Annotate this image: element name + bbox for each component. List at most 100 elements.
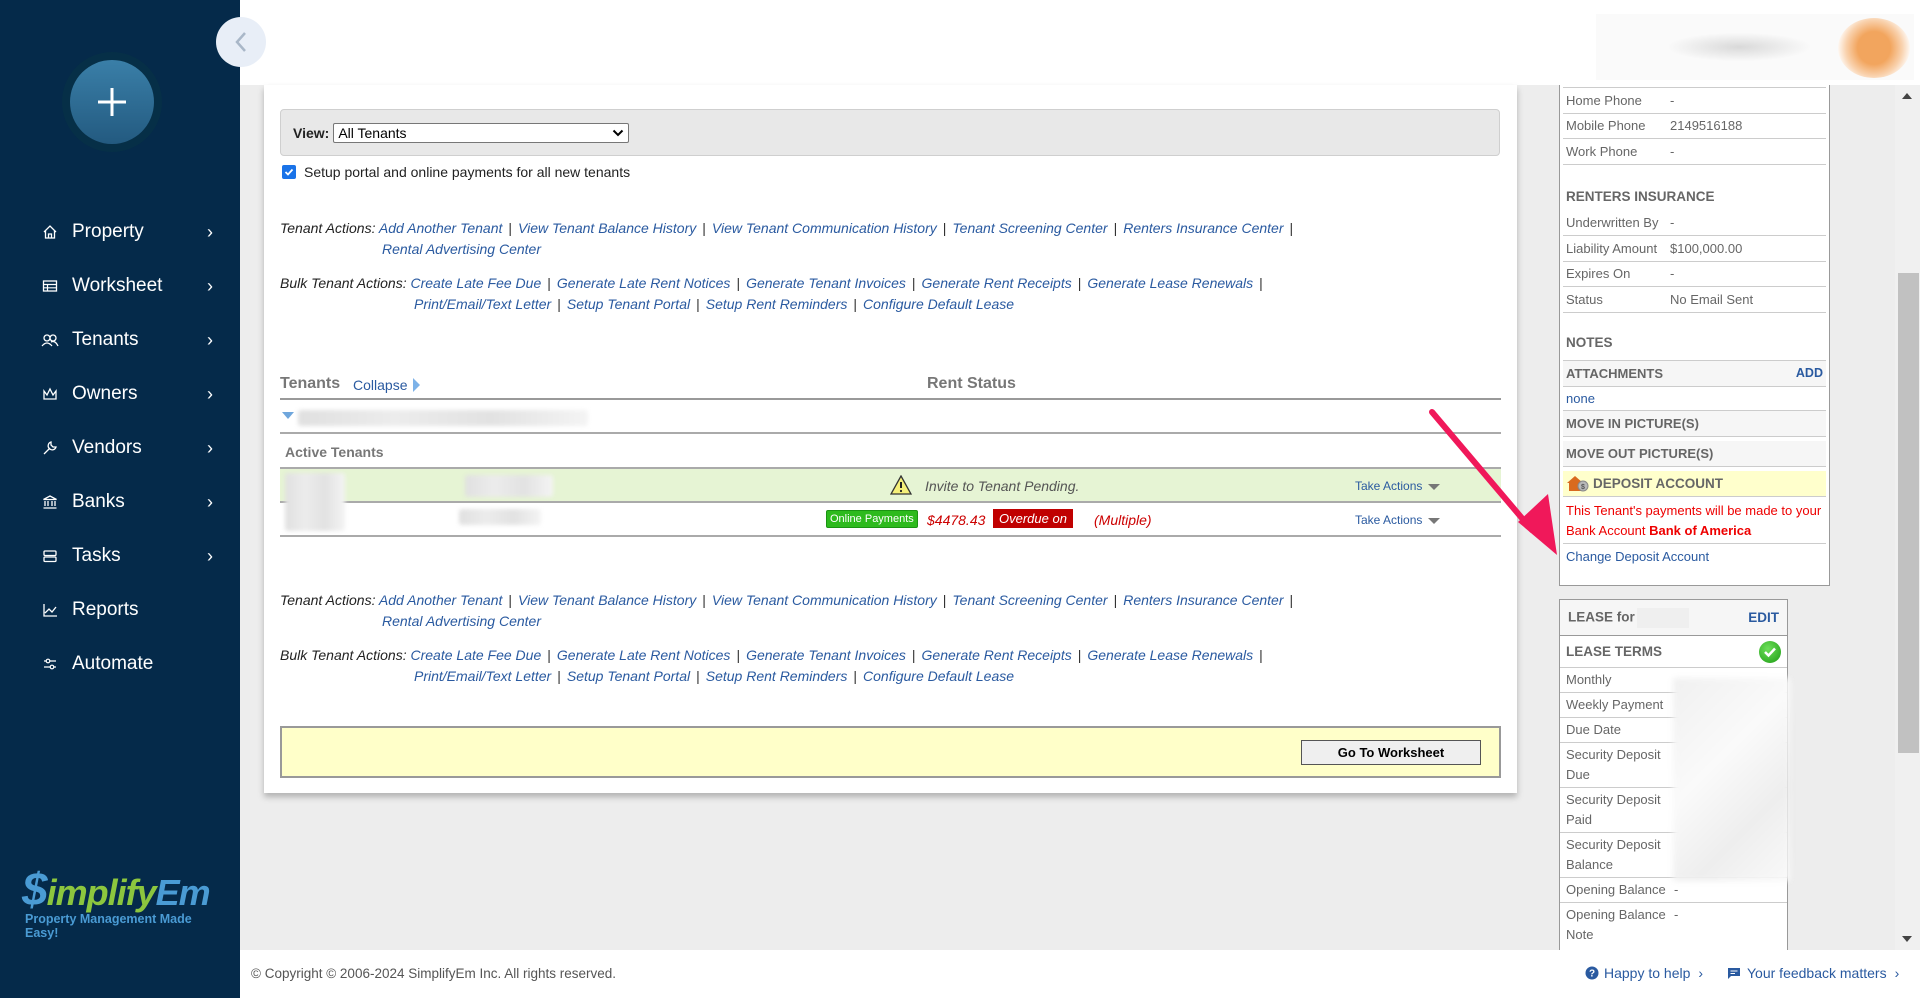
scroll-down-arrow-icon[interactable] xyxy=(1902,936,1912,942)
add-attachment-link[interactable]: ADD xyxy=(1796,366,1823,380)
generate-rent-receipts-link[interactable]: Generate Rent Receipts xyxy=(922,275,1072,291)
property-group-row xyxy=(280,402,1501,434)
sidebar-item-banks[interactable]: Banks › xyxy=(40,475,220,529)
tenants-column-header: Tenants xyxy=(280,375,341,392)
view-filter-bar: View: All Tenants xyxy=(280,109,1500,156)
feedback-link[interactable]: Your feedback matters › xyxy=(1727,965,1899,981)
setup-portal-checkbox[interactable] xyxy=(282,165,296,179)
chat-icon xyxy=(1728,967,1740,979)
home-phone-row: Home Phone - xyxy=(1563,88,1826,114)
lease-title: LEASE for xyxy=(1568,609,1635,625)
renters-insurance-center-link[interactable]: Renters Insurance Center xyxy=(1123,220,1283,236)
home-icon xyxy=(40,222,60,242)
print-email-text-letter-link[interactable]: Print/Email/Text Letter xyxy=(414,668,551,684)
add-another-tenant-link[interactable]: Add Another Tenant xyxy=(379,592,503,608)
generate-lease-renewals-link[interactable]: Generate Lease Renewals xyxy=(1087,647,1253,663)
tenant-actions: Tenant Actions: Add Another Tenant | View … xyxy=(280,220,1294,257)
sidebar-item-label: Property xyxy=(72,221,144,242)
tenant-screening-center-link[interactable]: Tenant Screening Center xyxy=(952,220,1107,236)
setup-tenant-portal-link[interactable]: Setup Tenant Portal xyxy=(567,668,690,684)
chevron-right-icon: › xyxy=(207,491,213,512)
sidebar-item-tasks[interactable]: Tasks › xyxy=(40,529,220,583)
property-name-redacted xyxy=(298,410,588,426)
sidebar-item-automate[interactable]: Automate xyxy=(40,637,220,691)
simplifyem-logo[interactable]: $implifyEm Property Management Made Easy… xyxy=(22,862,222,940)
tenants-icon xyxy=(40,330,60,350)
move-out-pictures-row[interactable]: MOVE OUT PICTURE(S) xyxy=(1563,440,1826,467)
view-tenant-balance-history-link[interactable]: View Tenant Balance History xyxy=(518,220,696,236)
generate-lease-renewals-link[interactable]: Generate Lease Renewals xyxy=(1087,275,1253,291)
rental-advertising-center-link[interactable]: Rental Advertising Center xyxy=(382,241,541,257)
happy-to-help-link[interactable]: ? Happy to help › xyxy=(1585,965,1703,981)
collapse-link[interactable]: Collapse xyxy=(353,377,407,393)
view-tenant-communication-history-link[interactable]: View Tenant Communication History xyxy=(712,592,937,608)
tenant-actions-label: Tenant Actions: xyxy=(280,220,376,236)
notes-title[interactable]: NOTES xyxy=(1563,335,1826,361)
chevron-right-icon: › xyxy=(207,329,213,350)
page-scrollbar[interactable] xyxy=(1895,85,1920,950)
scroll-up-arrow-icon[interactable] xyxy=(1902,93,1912,99)
svg-text:$: $ xyxy=(1581,484,1585,491)
chevron-right-icon: › xyxy=(1894,965,1900,981)
setup-rent-reminders-link[interactable]: Setup Rent Reminders xyxy=(706,668,848,684)
create-late-fee-due-link[interactable]: Create Late Fee Due xyxy=(411,275,542,291)
view-tenant-balance-history-link[interactable]: View Tenant Balance History xyxy=(518,592,696,608)
collapse-sidebar-button[interactable] xyxy=(216,17,266,67)
caret-down-icon xyxy=(1428,517,1441,524)
configure-default-lease-link[interactable]: Configure Default Lease xyxy=(863,668,1014,684)
insurance-status-row: Status No Email Sent xyxy=(1563,287,1826,313)
view-tenant-communication-history-link[interactable]: View Tenant Communication History xyxy=(712,220,937,236)
generate-tenant-invoices-link[interactable]: Generate Tenant Invoices xyxy=(746,647,906,663)
rental-advertising-center-link[interactable]: Rental Advertising Center xyxy=(382,613,541,629)
avatar[interactable] xyxy=(1838,18,1910,78)
sidebar-item-vendors[interactable]: Vendors › xyxy=(40,421,220,475)
view-select[interactable]: All Tenants xyxy=(333,122,630,143)
sidebar-item-reports[interactable]: Reports xyxy=(40,583,220,637)
tenant-name-redacted[interactable] xyxy=(285,473,345,531)
add-new-button[interactable] xyxy=(62,52,162,152)
caret-right-icon[interactable] xyxy=(413,378,420,392)
view-label: View: xyxy=(293,124,330,141)
warning-icon xyxy=(889,474,913,498)
configure-default-lease-link[interactable]: Configure Default Lease xyxy=(863,296,1014,312)
generate-late-rent-notices-link[interactable]: Generate Late Rent Notices xyxy=(557,275,731,291)
sidebar-item-label: Worksheet xyxy=(72,275,163,296)
chevron-right-icon: › xyxy=(207,275,213,296)
caret-down-icon[interactable] xyxy=(282,412,294,419)
add-another-tenant-link[interactable]: Add Another Tenant xyxy=(379,220,503,236)
sidebar-item-owners[interactable]: Owners › xyxy=(40,367,220,421)
edit-lease-link[interactable]: EDIT xyxy=(1748,610,1779,625)
chevron-left-icon xyxy=(235,32,246,52)
go-to-worksheet-button[interactable]: Go To Worksheet xyxy=(1301,740,1481,765)
sidebar-item-property[interactable]: Property › xyxy=(40,205,220,259)
generate-tenant-invoices-link[interactable]: Generate Tenant Invoices xyxy=(746,275,906,291)
move-in-pictures-row[interactable]: MOVE IN PICTURE(S) xyxy=(1563,410,1826,437)
renters-insurance-center-link[interactable]: Renters Insurance Center xyxy=(1123,592,1283,608)
sidebar-item-worksheet[interactable]: Worksheet › xyxy=(40,259,220,313)
take-actions-dropdown[interactable]: Take Actions xyxy=(1355,513,1441,527)
take-actions-dropdown[interactable]: Take Actions xyxy=(1355,479,1441,493)
invite-pending-status: Invite to Tenant Pending. xyxy=(925,478,1080,494)
setup-rent-reminders-link[interactable]: Setup Rent Reminders xyxy=(706,296,848,312)
scrollbar-thumb[interactable] xyxy=(1898,273,1919,753)
deposit-account-message: This Tenant's payments will be made to y… xyxy=(1563,497,1826,544)
check-icon xyxy=(284,168,294,176)
copyright-text: © Copyright © 2006-2024 SimplifyEm Inc. … xyxy=(251,966,617,981)
print-email-text-letter-link[interactable]: Print/Email/Text Letter xyxy=(414,296,551,312)
generate-late-rent-notices-link[interactable]: Generate Late Rent Notices xyxy=(557,647,731,663)
generate-rent-receipts-link[interactable]: Generate Rent Receipts xyxy=(922,647,1072,663)
create-late-fee-due-link[interactable]: Create Late Fee Due xyxy=(411,647,542,663)
chevron-right-icon: › xyxy=(207,221,213,242)
svg-text:?: ? xyxy=(1589,969,1595,980)
table-row: Online Payments $4478.43 Overdue on (Mul… xyxy=(280,503,1501,537)
tenant-screening-center-link[interactable]: Tenant Screening Center xyxy=(952,592,1107,608)
online-payments-badge[interactable]: Online Payments xyxy=(826,510,918,528)
change-deposit-account-link[interactable]: Change Deposit Account xyxy=(1563,544,1826,569)
setup-tenant-portal-link[interactable]: Setup Tenant Portal xyxy=(567,296,690,312)
house-coin-icon: $ xyxy=(1567,476,1589,492)
lease-header: LEASE for EDIT xyxy=(1560,600,1787,636)
tenants-panel: View: All Tenants Setup portal and onlin… xyxy=(264,85,1517,793)
liability-amount-row: Liability Amount $100,000.00 xyxy=(1563,236,1826,262)
setup-portal-row: Setup portal and online payments for all… xyxy=(282,164,630,180)
sidebar-item-tenants[interactable]: Tenants › xyxy=(40,313,220,367)
